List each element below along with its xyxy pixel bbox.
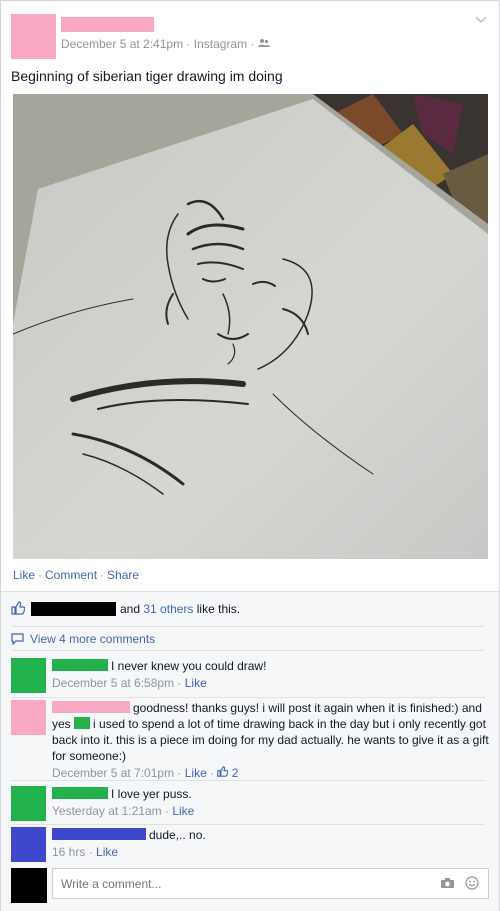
meta-separator: · (186, 37, 194, 51)
viewer-avatar[interactable] (11, 868, 47, 903)
author-avatar[interactable] (11, 14, 56, 59)
comment-text: i used to spend a lot of time drawing ba… (52, 717, 489, 763)
divider (11, 780, 485, 781)
commenter-avatar[interactable] (11, 786, 46, 821)
comment-like-link[interactable]: Like (185, 766, 207, 780)
post-timestamp[interactable]: December 5 at 2:41pm (61, 37, 183, 51)
comment-link[interactable]: Comment (45, 568, 97, 582)
post-card: December 5 at 2:41pm · Instagram · Begin… (0, 0, 500, 911)
comment-text: I never knew you could draw! (111, 659, 267, 673)
tiger-drawing-image (13, 94, 488, 559)
divider (11, 697, 485, 698)
post-actions: Like · Comment · Share (13, 568, 139, 582)
commenter-name-redacted[interactable] (52, 659, 108, 671)
camera-icon[interactable] (440, 876, 455, 892)
post-options-chevron-icon[interactable] (475, 15, 487, 27)
likes-and: and (120, 602, 141, 616)
comment-time[interactable]: December 5 at 7:01pm (52, 766, 174, 780)
comment-like-link[interactable]: Like (185, 676, 207, 690)
comment-like-link[interactable]: Like (172, 804, 194, 818)
commenter-name-redacted[interactable] (52, 828, 146, 840)
speech-bubble-icon (11, 633, 24, 645)
thumbs-up-icon (11, 600, 26, 618)
comment-item: goodness! thanks guys! i will post it ag… (11, 700, 489, 780)
commenter-avatar[interactable] (11, 700, 46, 735)
comment-time[interactable]: 16 hrs (52, 845, 85, 859)
divider (11, 824, 485, 825)
action-separator: · (38, 568, 43, 582)
feedback-section: and 31 others like this. View 4 more com… (1, 591, 499, 911)
comment-like-link[interactable]: Like (96, 845, 118, 859)
comment-text: I love yer puss. (111, 787, 192, 801)
likes-suffix: like this. (196, 602, 241, 616)
meta-separator: · (250, 37, 258, 51)
comment-time[interactable]: Yesterday at 1:21am (52, 804, 162, 818)
likes-summary: and 31 others like this. (11, 600, 240, 618)
comment-item: I love yer puss. Yesterday at 1:21am · L… (11, 786, 489, 822)
audience-friends-icon[interactable] (257, 37, 270, 51)
comment-input[interactable] (52, 868, 489, 899)
mentioned-name-redacted[interactable] (74, 717, 91, 729)
comment-item: dude,.. no. 16 hrs · Like (11, 827, 489, 863)
commenter-avatar[interactable] (11, 658, 46, 693)
divider (11, 650, 485, 651)
post-caption: Beginning of siberian tiger drawing im d… (11, 68, 283, 84)
comment-like-count[interactable]: 2 (232, 766, 239, 780)
like-link[interactable]: Like (13, 568, 35, 582)
commenter-name-redacted[interactable] (52, 787, 108, 799)
thumbs-up-icon (217, 766, 229, 780)
view-more-comments-label: View 4 more comments (30, 632, 156, 646)
comment-time[interactable]: December 5 at 6:58pm (52, 676, 174, 690)
comment-item: I never knew you could draw! December 5 … (11, 658, 489, 694)
view-more-comments[interactable]: View 4 more comments (11, 632, 155, 646)
likes-others-link[interactable]: 31 others (143, 602, 193, 616)
share-link[interactable]: Share (107, 568, 139, 582)
comment-text: dude,.. no. (149, 828, 206, 842)
author-name-redacted[interactable] (61, 17, 154, 32)
post-photo[interactable] (13, 94, 488, 559)
comment-composer (11, 868, 489, 903)
divider (11, 626, 485, 627)
post-source[interactable]: Instagram (194, 37, 247, 51)
liker-name-redacted[interactable] (31, 602, 116, 616)
emoji-icon[interactable] (465, 876, 479, 893)
action-separator: · (100, 568, 105, 582)
post-meta: December 5 at 2:41pm · Instagram · (61, 37, 270, 51)
comment-text: goodness! thanks guys! i will post it ag… (133, 701, 459, 715)
commenter-name-redacted[interactable] (52, 701, 130, 713)
commenter-avatar[interactable] (11, 827, 46, 862)
